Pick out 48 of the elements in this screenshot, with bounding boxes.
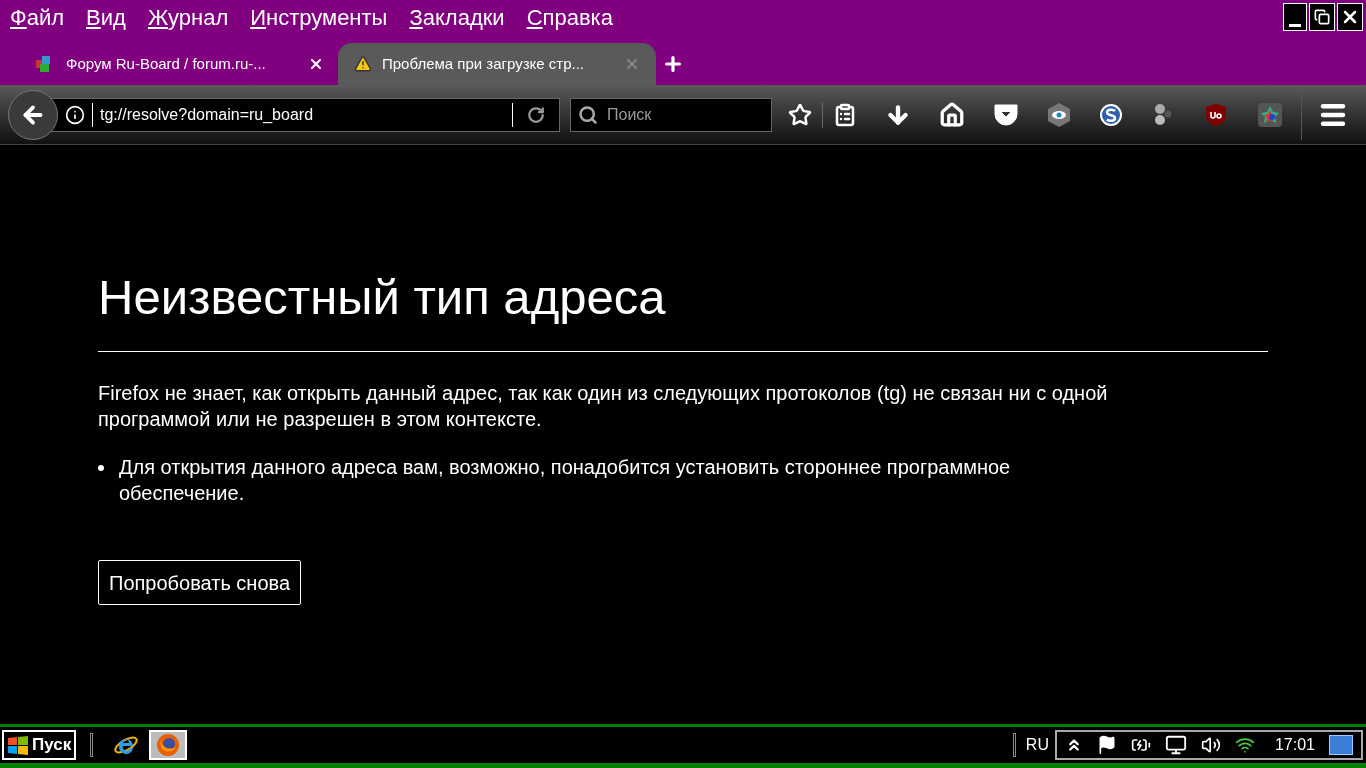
language-indicator[interactable]: RU — [1025, 733, 1049, 757]
wifi-icon[interactable] — [1234, 735, 1255, 755]
tab-close-icon[interactable] — [308, 56, 324, 72]
s-logo-icon[interactable] — [1099, 102, 1123, 127]
spheres-icon[interactable] — [1153, 102, 1173, 127]
menu-item[interactable]: Журнал — [147, 4, 229, 32]
volume-icon[interactable] — [1200, 735, 1221, 755]
menu-item[interactable]: Файл — [10, 4, 65, 32]
bullet-icon — [98, 465, 104, 471]
menu-item[interactable]: Закладки — [409, 4, 505, 32]
shield-icon[interactable] — [1205, 102, 1227, 127]
tab-title: Проблема при загрузке стр... — [382, 53, 585, 74]
start-button[interactable]: Пуск — [2, 730, 77, 760]
bookmark-star-icon[interactable] — [788, 102, 812, 127]
minimize-button[interactable] — [1283, 3, 1307, 31]
close-button[interactable] — [1337, 3, 1363, 31]
home-icon[interactable] — [939, 101, 965, 128]
firefox-taskbar-button[interactable] — [149, 730, 188, 760]
warning-icon — [354, 55, 372, 73]
menu-item[interactable]: Справка — [526, 4, 613, 32]
search-icon — [578, 104, 598, 125]
error-description: Firefox не знает, как открыть данный адрес, так как один из следующих протоколов (tg) не связан ни с одной программой или не разрешен в этом контексте. — [98, 381, 1109, 432]
address-text: tg://resolve?domain=ru_board — [100, 104, 315, 125]
menu-item[interactable]: Инструменты — [250, 4, 388, 32]
restore-icon — [1314, 9, 1330, 25]
firefox-icon — [156, 733, 181, 757]
pocket-icon[interactable] — [993, 102, 1019, 127]
browser-tab[interactable]: Форум Ru-Board / forum.ru-... — [20, 43, 338, 85]
error-title: Неизвестный тип адреса — [98, 269, 667, 326]
clock[interactable]: 17:01 — [1274, 733, 1315, 757]
star-extension-icon[interactable] — [1257, 101, 1283, 128]
new-tab-icon[interactable] — [662, 53, 684, 75]
browser-tab[interactable]: Проблема при загрузке стр... — [338, 43, 656, 85]
search-field[interactable]: Поиск — [570, 97, 772, 132]
address-field[interactable]: tg://resolve?domain=ru_board — [50, 97, 560, 132]
bullet-text: Для открытия данного адреса вам, возможно, понадобится установить стороннее программное обеспечение. — [118, 455, 1012, 506]
tab-title: Форум Ru-Board / forum.ru-... — [66, 53, 267, 74]
try-again-button[interactable]: Попробовать снова — [98, 560, 302, 605]
restore-button[interactable] — [1309, 3, 1335, 31]
clipboard-list-icon[interactable] — [833, 102, 857, 127]
minimize-icon — [1289, 24, 1301, 27]
eye-icon[interactable] — [1047, 101, 1071, 128]
windows-logo-icon — [7, 735, 29, 755]
network-monitor-icon[interactable] — [1164, 734, 1187, 756]
back-button[interactable] — [8, 89, 58, 140]
reload-icon[interactable] — [527, 105, 545, 124]
info-icon[interactable] — [65, 104, 85, 125]
menu-item[interactable]: Вид — [86, 4, 126, 32]
